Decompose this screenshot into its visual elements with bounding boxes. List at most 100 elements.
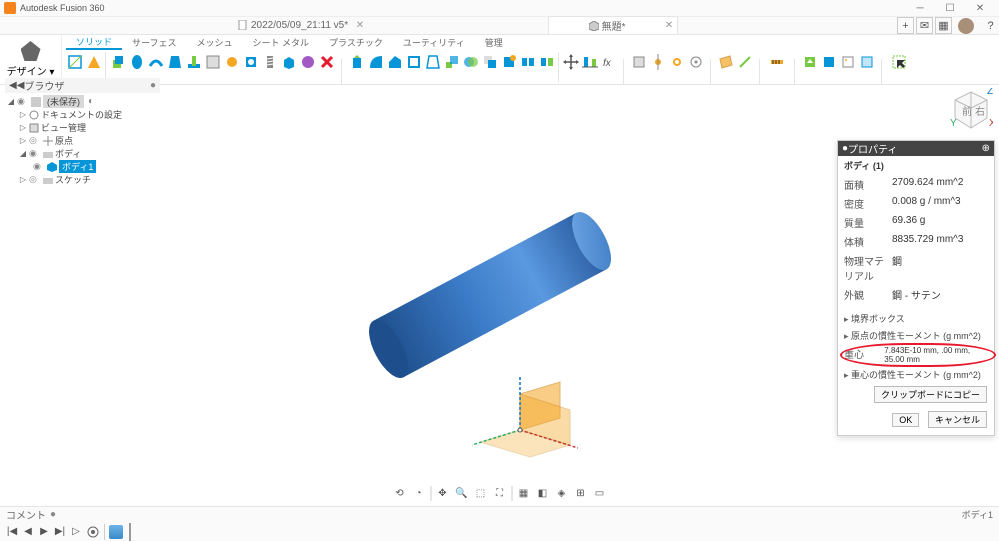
display-button[interactable]: ▦ bbox=[516, 486, 531, 501]
notifications-button[interactable]: ✉ bbox=[916, 17, 933, 34]
timeline-next-button[interactable]: ▶ bbox=[38, 526, 50, 537]
cat-tab-manage[interactable]: 管理 bbox=[475, 35, 513, 50]
effects-button[interactable]: ◧ bbox=[535, 486, 550, 501]
orbit-button[interactable]: ⟲ bbox=[392, 486, 407, 501]
tool-parameters[interactable]: fx bbox=[599, 52, 618, 84]
combine-icon bbox=[463, 54, 479, 70]
zoom-button[interactable]: 🔍 bbox=[454, 486, 469, 501]
cat-tab-utility[interactable]: ユーティリティ bbox=[393, 35, 475, 50]
tool-draft[interactable] bbox=[423, 52, 442, 84]
tool-shell[interactable] bbox=[404, 52, 423, 84]
pin-icon[interactable]: ● bbox=[150, 80, 156, 91]
tool-insert-derive[interactable] bbox=[800, 52, 819, 84]
expand-moment-centroid[interactable]: 重心の慣性モーメント (g mm^2) bbox=[838, 366, 994, 383]
extensions-button[interactable]: ▦ bbox=[935, 17, 952, 34]
tool-box[interactable] bbox=[279, 52, 298, 84]
tool-new-component[interactable] bbox=[629, 52, 648, 84]
tool-insert-svg[interactable] bbox=[857, 52, 876, 84]
tool-select[interactable] bbox=[890, 52, 909, 84]
tool-chamfer[interactable] bbox=[385, 52, 404, 84]
tool-joint-origin[interactable] bbox=[686, 52, 705, 84]
grid-button[interactable]: ⊞ bbox=[573, 486, 588, 501]
tool-asbuilt-joint[interactable] bbox=[667, 52, 686, 84]
gear-icon[interactable]: ◐ bbox=[88, 96, 94, 107]
fit-button[interactable]: ⛶ bbox=[492, 486, 507, 501]
zoom-window-button[interactable]: ⬚ bbox=[473, 486, 488, 501]
look-button[interactable]: ◔ bbox=[411, 486, 426, 501]
close-window-button[interactable]: ✕ bbox=[965, 0, 995, 17]
tool-hole[interactable] bbox=[241, 52, 260, 84]
view-cube[interactable]: 前 右 Z X Y bbox=[949, 88, 993, 132]
timeline-play-button[interactable]: ▷ bbox=[70, 526, 82, 537]
tool-measure[interactable] bbox=[768, 52, 787, 84]
tree-item[interactable]: ▷ドキュメントの設定 bbox=[5, 108, 160, 121]
help-button[interactable]: ? bbox=[982, 17, 999, 34]
tree-root[interactable]: ◢◉ (未保存) ◐ bbox=[5, 95, 160, 108]
cat-tab-sheetmetal[interactable]: シート メタル bbox=[243, 35, 320, 50]
document-tab[interactable]: 2022/05/09_21:11 v5* ✕ bbox=[230, 16, 368, 34]
tool-emboss[interactable] bbox=[222, 52, 241, 84]
pan-button[interactable]: ✥ bbox=[435, 486, 450, 501]
body-name: ボディ (1) bbox=[838, 156, 994, 175]
tool-move[interactable] bbox=[561, 52, 580, 84]
tool-combine[interactable] bbox=[461, 52, 480, 84]
tree-item[interactable]: ▷ビュー管理 bbox=[5, 121, 160, 134]
timeline-settings-icon[interactable] bbox=[86, 525, 100, 539]
tool-loft[interactable] bbox=[165, 52, 184, 84]
tool-web[interactable] bbox=[203, 52, 222, 84]
timeline-feature[interactable] bbox=[109, 525, 123, 539]
tool-split-body[interactable] bbox=[537, 52, 556, 84]
tool-decal[interactable] bbox=[819, 52, 838, 84]
pin-icon[interactable]: ● bbox=[50, 509, 56, 520]
timeline-prev-button[interactable]: ◀ bbox=[22, 526, 34, 537]
new-tab-button[interactable]: + bbox=[897, 17, 914, 34]
expand-moment-origin[interactable]: 原点の慣性モーメント (g mm^2) bbox=[838, 327, 994, 344]
cat-tab-plastic[interactable]: プラスチック bbox=[319, 35, 393, 50]
tree-item-bodies[interactable]: ◢◉ボディ bbox=[5, 147, 160, 160]
tool-rib[interactable] bbox=[184, 52, 203, 84]
tree-item[interactable]: ▷◎スケッチ bbox=[5, 173, 160, 186]
cat-tab-mesh[interactable]: メッシュ bbox=[186, 35, 242, 50]
minimize-button[interactable]: ─ bbox=[905, 0, 935, 17]
comments-label[interactable]: コメント bbox=[6, 507, 46, 522]
maximize-button[interactable]: ☐ bbox=[935, 0, 965, 17]
tool-plane[interactable] bbox=[716, 52, 735, 84]
tree-item[interactable]: ▷◎原点 bbox=[5, 134, 160, 147]
workspace-switcher[interactable]: デザイン ▾ bbox=[0, 35, 62, 84]
clipboard-button[interactable]: クリップボードにコピー bbox=[874, 386, 987, 403]
timeline-end-button[interactable]: ▶| bbox=[54, 526, 66, 537]
tool-split-face[interactable] bbox=[518, 52, 537, 84]
ok-button[interactable]: OK bbox=[892, 413, 919, 427]
cat-tab-surface[interactable]: サーフェス bbox=[122, 35, 186, 50]
tab-close-icon[interactable]: ✕ bbox=[356, 20, 364, 31]
user-avatar[interactable] bbox=[958, 18, 974, 34]
pushpin-icon[interactable]: ⊕ bbox=[982, 143, 990, 154]
cat-tab-solid[interactable]: ソリッド bbox=[66, 35, 122, 50]
tool-delete[interactable] bbox=[317, 52, 336, 84]
offset-icon bbox=[482, 54, 498, 70]
breadcrumb[interactable]: ボディ1 bbox=[962, 508, 993, 521]
tool-canvas[interactable] bbox=[838, 52, 857, 84]
tool-thread[interactable] bbox=[260, 52, 279, 84]
tab-close-icon[interactable]: ✕ bbox=[665, 20, 673, 31]
tool-presspull[interactable] bbox=[347, 52, 366, 84]
box-icon bbox=[281, 54, 297, 70]
timeline-start-button[interactable]: |◀ bbox=[6, 526, 18, 537]
timeline-marker[interactable] bbox=[129, 523, 131, 541]
properties-header[interactable]: ● プロパティ ⊕ bbox=[838, 141, 994, 156]
tool-align[interactable] bbox=[580, 52, 599, 84]
tool-fillet[interactable] bbox=[366, 52, 385, 84]
viewport-button[interactable]: ▭ bbox=[592, 486, 607, 501]
tool-form[interactable] bbox=[298, 52, 317, 84]
expand-bbox[interactable]: 境界ボックス bbox=[838, 310, 994, 327]
tool-axis[interactable] bbox=[735, 52, 754, 84]
tool-joint[interactable] bbox=[648, 52, 667, 84]
tool-replace-face[interactable] bbox=[499, 52, 518, 84]
object-visibility-button[interactable]: ◈ bbox=[554, 486, 569, 501]
browser-header[interactable]: ◀◀ ブラウザ ● bbox=[5, 78, 160, 93]
tree-item-body1[interactable]: ◉ボディ1 bbox=[5, 160, 160, 173]
tool-scale[interactable] bbox=[442, 52, 461, 84]
cancel-button[interactable]: キャンセル bbox=[928, 411, 987, 428]
document-tab[interactable]: 無題* ✕ bbox=[548, 16, 678, 34]
tool-offset-face[interactable] bbox=[480, 52, 499, 84]
